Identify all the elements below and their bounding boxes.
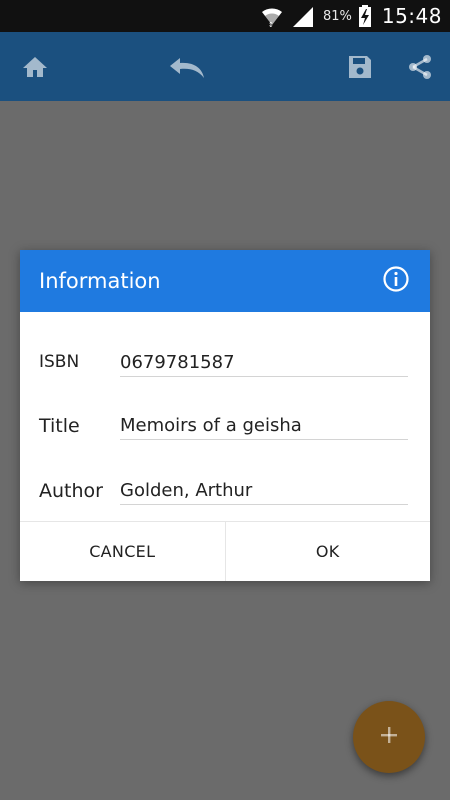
home-icon[interactable] [20,52,50,82]
svg-text:↕: ↕ [268,21,274,28]
ok-button[interactable]: OK [225,522,430,581]
author-row: Author Golden, Arthur [20,460,430,524]
undo-icon[interactable] [168,52,208,82]
isbn-row: ISBN 0679781587 [20,332,430,396]
isbn-field[interactable]: 0679781587 [120,352,408,377]
title-label: Title [39,415,80,437]
add-fab-button[interactable] [353,701,425,773]
cancel-button[interactable]: CANCEL [20,522,226,581]
save-icon[interactable] [345,52,375,82]
info-icon[interactable] [382,265,410,297]
information-dialog: Information ISBN 0679781587 Title Memoir… [20,250,430,581]
title-field[interactable]: Memoirs of a geisha [120,415,408,440]
status-bar: ↕ 81% 15:48 [0,0,450,32]
dialog-body: ISBN 0679781587 Title Memoirs of a geish… [20,312,430,521]
signal-icon [291,5,315,27]
isbn-label: ISBN [39,352,80,372]
dialog-header: Information [20,250,430,312]
dialog-actions: CANCEL OK [20,521,430,581]
title-row: Title Memoirs of a geisha [20,396,430,460]
author-field[interactable]: Golden, Arthur [120,480,408,505]
battery-percent: 81% [322,8,352,24]
share-icon[interactable] [405,52,435,82]
dialog-title: Information [39,269,161,293]
wifi-icon: ↕ [259,4,285,28]
status-time: 15:48 [381,4,442,28]
author-label: Author [39,480,103,502]
plus-icon [378,724,400,750]
app-bar [0,32,450,101]
battery-charging-icon [358,5,372,27]
